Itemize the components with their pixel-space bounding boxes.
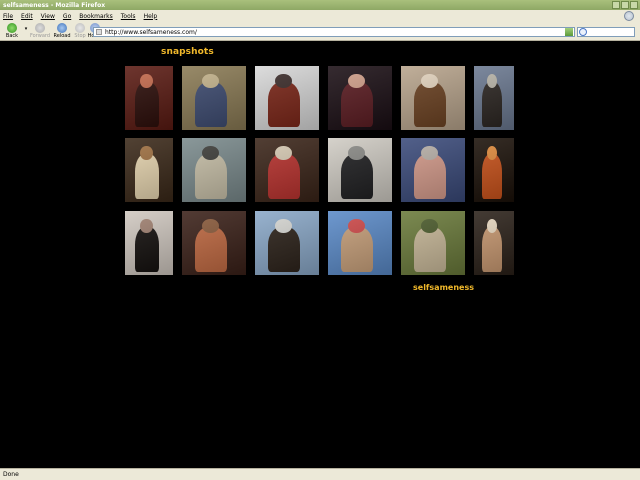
back-label: Back — [5, 33, 19, 39]
forward-label: Forward — [29, 33, 51, 39]
forward-button[interactable]: Forward — [29, 22, 51, 40]
page-favicon-icon — [96, 29, 102, 35]
site-signature[interactable]: selfsameness — [413, 283, 474, 292]
window-title: selfsameness - Mozilla Firefox — [3, 1, 106, 9]
url-input[interactable] — [105, 28, 565, 36]
search-engine-icon[interactable] — [579, 28, 587, 36]
reload-label: Reload — [53, 33, 71, 39]
go-icon[interactable] — [565, 28, 573, 36]
photo-two-in-hats[interactable] — [255, 66, 319, 130]
photo-flowers-table[interactable] — [255, 138, 319, 202]
photo-mother-child[interactable] — [474, 211, 514, 275]
photo-landscape-coast[interactable] — [328, 211, 392, 275]
photo-car-palm-tree[interactable] — [182, 138, 246, 202]
photo-man-at-table[interactable] — [401, 66, 465, 130]
photo-child-on-chair[interactable] — [125, 138, 173, 202]
photo-child-garden[interactable] — [401, 211, 465, 275]
photo-mother-baby[interactable] — [182, 211, 246, 275]
stop-button[interactable]: Stop — [73, 22, 87, 40]
menu-file[interactable]: File — [3, 13, 13, 20]
close-button[interactable] — [630, 1, 638, 9]
status-text: Done — [3, 471, 19, 478]
back-arrow-icon — [7, 23, 17, 33]
photo-woman-dark[interactable] — [328, 66, 392, 130]
photo-woman-black[interactable] — [125, 211, 173, 275]
photo-bookshelf[interactable] — [182, 66, 246, 130]
page-content: snapshots selfsameness — [0, 42, 640, 468]
photo-two-women[interactable] — [401, 138, 465, 202]
menu-view[interactable]: View — [41, 13, 55, 20]
menu-help[interactable]: Help — [144, 13, 158, 20]
stop-label: Stop — [74, 33, 86, 39]
throbber-icon — [624, 11, 634, 21]
page-heading: snapshots — [161, 47, 214, 57]
photo-couple-dressed-up[interactable] — [125, 66, 173, 130]
menu-bar: File Edit View Go Bookmarks Tools Help — [0, 10, 640, 22]
search-box[interactable] — [577, 27, 635, 37]
reload-icon — [57, 23, 67, 33]
photo-city-portrait[interactable] — [474, 66, 514, 130]
back-button[interactable]: Back — [1, 22, 23, 40]
reload-button[interactable]: Reload — [51, 22, 73, 40]
menu-tools[interactable]: Tools — [121, 13, 136, 20]
title-bar: selfsameness - Mozilla Firefox — [0, 0, 640, 10]
stop-icon — [75, 23, 85, 33]
minimize-button[interactable] — [612, 1, 620, 9]
address-bar[interactable] — [93, 27, 575, 37]
menu-bookmarks[interactable]: Bookmarks — [79, 13, 113, 20]
photo-photographer-car[interactable] — [255, 211, 319, 275]
photo-food-platter[interactable] — [474, 138, 514, 202]
maximize-button[interactable] — [621, 1, 629, 9]
status-bar: Done — [0, 468, 640, 480]
forward-arrow-icon — [35, 23, 45, 33]
photo-man-doorway[interactable] — [328, 138, 392, 202]
menu-go[interactable]: Go — [63, 13, 71, 20]
menu-edit[interactable]: Edit — [21, 13, 33, 20]
